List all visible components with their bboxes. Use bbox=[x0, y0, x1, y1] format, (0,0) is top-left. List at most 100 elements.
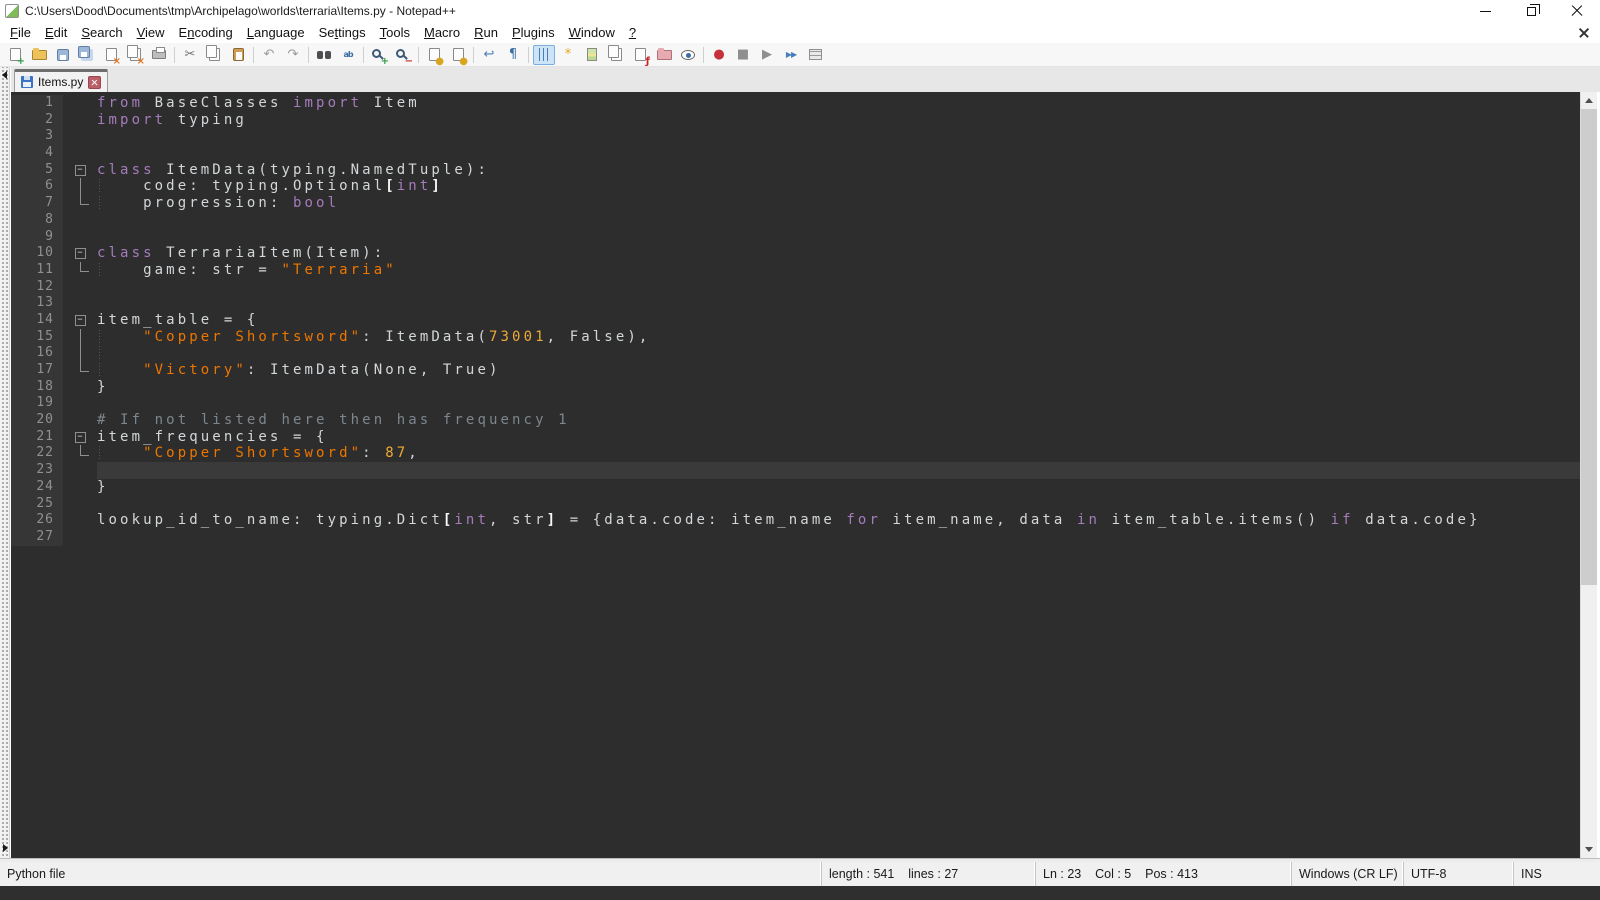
code-line: 5−class ItemData(typing.NamedTuple): bbox=[11, 162, 1580, 179]
menu-item-encoding[interactable]: Encoding bbox=[172, 23, 240, 42]
scrollbar-thumb[interactable] bbox=[1581, 109, 1597, 585]
fold-collapse-button[interactable]: − bbox=[75, 165, 86, 176]
menu-item-view[interactable]: View bbox=[130, 23, 172, 42]
save-all-icon[interactable] bbox=[76, 45, 98, 65]
define-language-icon[interactable]: * bbox=[557, 45, 579, 65]
cut-icon[interactable]: ✂ bbox=[179, 45, 201, 65]
fold-margin-cell bbox=[63, 178, 97, 195]
code-line: 7 progression: bool bbox=[11, 195, 1580, 212]
menu-item-plugins[interactable]: Plugins bbox=[505, 23, 562, 42]
sync-horizontal-scrolling-icon[interactable]: ● bbox=[447, 45, 469, 65]
menu-item-file[interactable]: File bbox=[3, 23, 38, 42]
fold-margin-cell: − bbox=[63, 245, 97, 262]
fold-margin-cell bbox=[63, 229, 97, 246]
tab-items-py[interactable]: Items.py bbox=[14, 69, 108, 92]
line-number: 2 bbox=[11, 112, 63, 129]
code-text: "Victory": ItemData(None, True) bbox=[97, 362, 1580, 379]
line-number: 21 bbox=[11, 429, 63, 446]
minimize-button[interactable] bbox=[1462, 0, 1508, 22]
menu-item-tools[interactable]: Tools bbox=[373, 23, 417, 42]
tab-label: Items.py bbox=[38, 75, 83, 89]
line-number: 20 bbox=[11, 412, 63, 429]
fold-guide-line bbox=[80, 329, 81, 346]
menu-item-help[interactable]: ? bbox=[622, 23, 643, 42]
show-all-characters-icon[interactable]: ¶ bbox=[502, 45, 524, 65]
menu-item-edit[interactable]: Edit bbox=[38, 23, 74, 42]
editor-text-area[interactable]: 1from BaseClasses import Item2import typ… bbox=[11, 92, 1580, 858]
code-line: 3 bbox=[11, 128, 1580, 145]
document-map-icon[interactable] bbox=[581, 45, 603, 65]
line-number: 23 bbox=[11, 462, 63, 479]
open-icon[interactable] bbox=[28, 45, 50, 65]
folder-as-workspace-icon[interactable] bbox=[653, 45, 675, 65]
grip-arrow-left-icon[interactable] bbox=[2, 71, 7, 79]
menu-item-search[interactable]: Search bbox=[74, 23, 129, 42]
toolbar-separator bbox=[703, 47, 704, 63]
dock-grip[interactable] bbox=[0, 67, 10, 858]
close-window-button[interactable] bbox=[1554, 0, 1600, 22]
document-list-icon[interactable] bbox=[605, 45, 627, 65]
playback-macro-icon[interactable]: ▶ bbox=[756, 45, 778, 65]
fold-margin-cell bbox=[63, 279, 97, 296]
fold-margin-cell bbox=[63, 195, 97, 212]
undo-icon[interactable]: ↶ bbox=[258, 45, 280, 65]
code-line: 17 "Victory": ItemData(None, True) bbox=[11, 362, 1580, 379]
sync-vertical-scrolling-icon[interactable]: ● bbox=[423, 45, 445, 65]
redo-icon[interactable]: ↷ bbox=[282, 45, 304, 65]
code-text: "Copper Shortsword": ItemData(73001, Fal… bbox=[97, 329, 1580, 346]
stop-recording-icon[interactable]: ■ bbox=[732, 45, 754, 65]
code-text: code: typing.Optional[int] bbox=[97, 178, 1580, 195]
menu-item-settings[interactable]: Settings bbox=[312, 23, 373, 42]
menu-item-macro[interactable]: Macro bbox=[417, 23, 467, 42]
grip-arrow-right-icon[interactable] bbox=[3, 844, 8, 852]
run-macro-multiple-times-icon[interactable]: ▶▶ bbox=[780, 45, 802, 65]
tab-close-icon[interactable] bbox=[88, 76, 101, 89]
fold-margin-cell: − bbox=[63, 162, 97, 179]
code-line: 27 bbox=[11, 529, 1580, 546]
new-file-icon[interactable]: + bbox=[4, 45, 26, 65]
code-line: 24} bbox=[11, 479, 1580, 496]
fold-margin-cell bbox=[63, 145, 97, 162]
vertical-scrollbar[interactable] bbox=[1580, 92, 1597, 858]
line-number: 25 bbox=[11, 496, 63, 513]
copy-icon[interactable] bbox=[203, 45, 225, 65]
menu-close-document-button[interactable] bbox=[1578, 27, 1590, 39]
code-line: 12 bbox=[11, 279, 1580, 296]
close-all-icon[interactable]: × bbox=[124, 45, 146, 65]
replace-icon[interactable]: ab bbox=[337, 45, 359, 65]
monitoring-icon[interactable] bbox=[677, 45, 699, 65]
line-number: 12 bbox=[11, 279, 63, 296]
code-line: 13 bbox=[11, 295, 1580, 312]
scrollbar-down-button[interactable] bbox=[1581, 841, 1597, 858]
restore-button[interactable] bbox=[1508, 0, 1554, 22]
code-text bbox=[97, 295, 1580, 312]
line-number: 15 bbox=[11, 329, 63, 346]
zoom-out-icon[interactable]: − bbox=[392, 45, 414, 65]
word-wrap-icon[interactable]: ↩ bbox=[478, 45, 500, 65]
code-text: class TerrariaItem(Item): bbox=[97, 245, 1580, 262]
zoom-in-icon[interactable]: + bbox=[368, 45, 390, 65]
show-indent-guide-icon[interactable] bbox=[533, 45, 555, 65]
fold-collapse-button[interactable]: − bbox=[75, 315, 86, 326]
fold-margin-cell bbox=[63, 496, 97, 513]
saved-floppy-icon bbox=[21, 76, 33, 88]
find-icon[interactable] bbox=[313, 45, 335, 65]
scrollbar-track[interactable] bbox=[1581, 109, 1597, 841]
fold-collapse-button[interactable]: − bbox=[75, 432, 86, 443]
scrollbar-up-button[interactable] bbox=[1581, 92, 1597, 109]
line-number: 27 bbox=[11, 529, 63, 546]
fold-collapse-button[interactable]: − bbox=[75, 248, 86, 259]
menu-item-window[interactable]: Window bbox=[562, 23, 622, 42]
function-list-icon[interactable]: ƒ bbox=[629, 45, 651, 65]
close-icon[interactable]: × bbox=[100, 45, 122, 65]
paste-icon[interactable] bbox=[227, 45, 249, 65]
menu-item-run[interactable]: Run bbox=[467, 23, 505, 42]
line-number: 24 bbox=[11, 479, 63, 496]
fold-margin-cell bbox=[63, 295, 97, 312]
status-length-lines: length : 541 lines : 27 bbox=[822, 862, 1036, 886]
save-icon[interactable] bbox=[52, 45, 74, 65]
record-macro-icon[interactable]: ● bbox=[708, 45, 730, 65]
menu-item-language[interactable]: Language bbox=[240, 23, 312, 42]
save-recorded-macro-icon[interactable] bbox=[804, 45, 826, 65]
print-icon[interactable] bbox=[148, 45, 170, 65]
